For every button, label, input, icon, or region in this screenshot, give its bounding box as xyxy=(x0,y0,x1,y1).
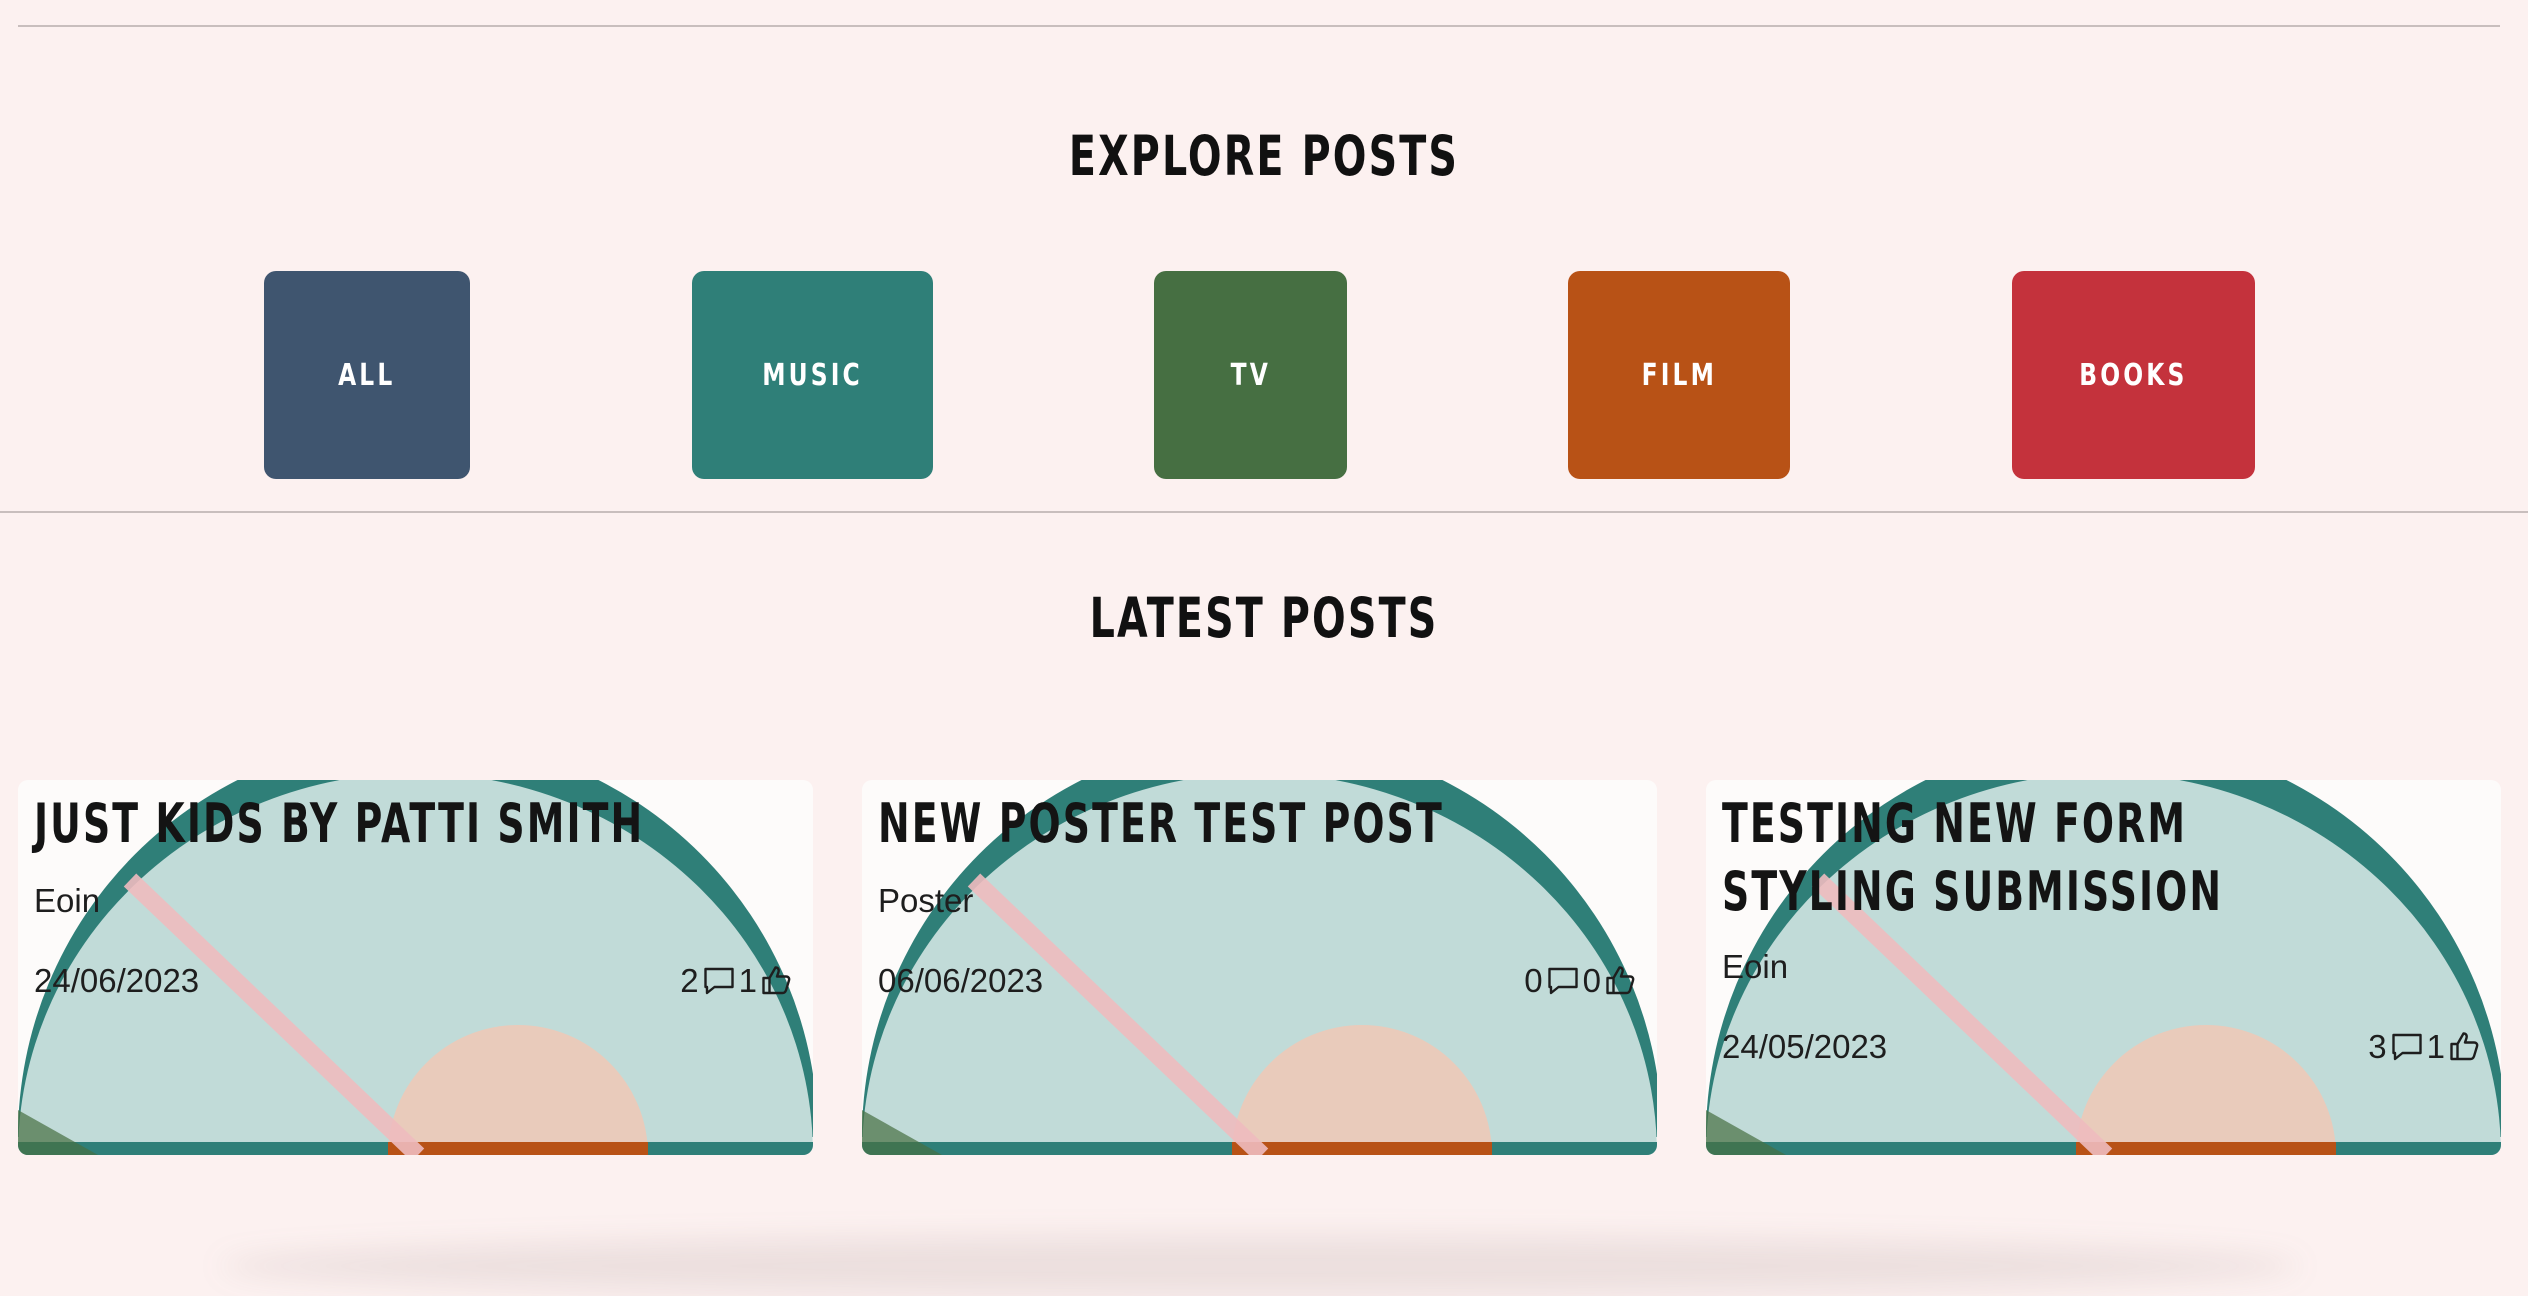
like-count: 0 xyxy=(1582,962,1601,999)
post-stats: 0 0 xyxy=(1524,962,1641,1000)
category-film-label: FILM xyxy=(1641,357,1717,393)
category-tv-label: TV xyxy=(1230,357,1271,393)
comment-icon xyxy=(703,967,734,995)
like-count: 1 xyxy=(738,962,757,999)
section-divider xyxy=(0,511,2528,513)
post-title[interactable]: JUST KIDS BY PATTI SMITH xyxy=(34,790,734,858)
post-card-content: NEW POSTER TEST POST Poster 06/06/2023 0… xyxy=(878,780,1641,1155)
post-author: Poster xyxy=(878,882,974,919)
post-stats: 2 1 xyxy=(680,962,797,1000)
top-divider xyxy=(18,25,2500,27)
category-books-label: BOOKS xyxy=(2079,357,2188,393)
explore-posts-heading: EXPLORE POSTS xyxy=(1068,124,1460,188)
category-all-button[interactable]: ALL xyxy=(264,271,470,479)
post-date: 24/06/2023 xyxy=(34,962,200,999)
post-stats: 3 1 xyxy=(2368,1028,2485,1066)
like-count: 1 xyxy=(2426,1028,2445,1065)
post-date: 06/06/2023 xyxy=(878,962,1044,999)
post-card-content: JUST KIDS BY PATTI SMITH Eoin 24/06/2023… xyxy=(34,780,797,1155)
comment-icon xyxy=(2391,1033,2422,1061)
thumbs-up-icon[interactable] xyxy=(2447,1029,2483,1065)
post-author: Eoin xyxy=(1722,948,1789,985)
comment-count: 2 xyxy=(680,962,699,999)
category-music-button[interactable]: MUSIC xyxy=(692,271,933,479)
latest-posts-heading: LATEST POSTS xyxy=(1089,586,1439,650)
comment-count: 3 xyxy=(2368,1028,2387,1065)
comment-count: 0 xyxy=(1524,962,1543,999)
post-date: 24/05/2023 xyxy=(1722,1028,1888,1065)
category-books-button[interactable]: BOOKS xyxy=(2012,271,2255,479)
thumbs-up-icon[interactable] xyxy=(759,963,795,999)
post-card-content: TESTING NEW FORM STYLING SUBMISSION Eoin… xyxy=(1722,780,2485,1155)
post-title[interactable]: TESTING NEW FORM STYLING SUBMISSION xyxy=(1722,790,2366,926)
footer-shadow xyxy=(220,1236,2300,1296)
post-author: Eoin xyxy=(34,882,101,919)
post-card[interactable]: NEW POSTER TEST POST Poster 06/06/2023 0… xyxy=(862,780,1657,1155)
post-card[interactable]: JUST KIDS BY PATTI SMITH Eoin 24/06/2023… xyxy=(18,780,813,1155)
category-music-label: MUSIC xyxy=(762,357,863,393)
comment-icon xyxy=(1547,967,1578,995)
category-film-button[interactable]: FILM xyxy=(1568,271,1790,479)
category-all-label: ALL xyxy=(338,357,396,393)
post-title[interactable]: NEW POSTER TEST POST xyxy=(878,790,1578,858)
thumbs-up-icon[interactable] xyxy=(1603,963,1639,999)
post-card[interactable]: TESTING NEW FORM STYLING SUBMISSION Eoin… xyxy=(1706,780,2501,1155)
category-tv-button[interactable]: TV xyxy=(1154,271,1347,479)
